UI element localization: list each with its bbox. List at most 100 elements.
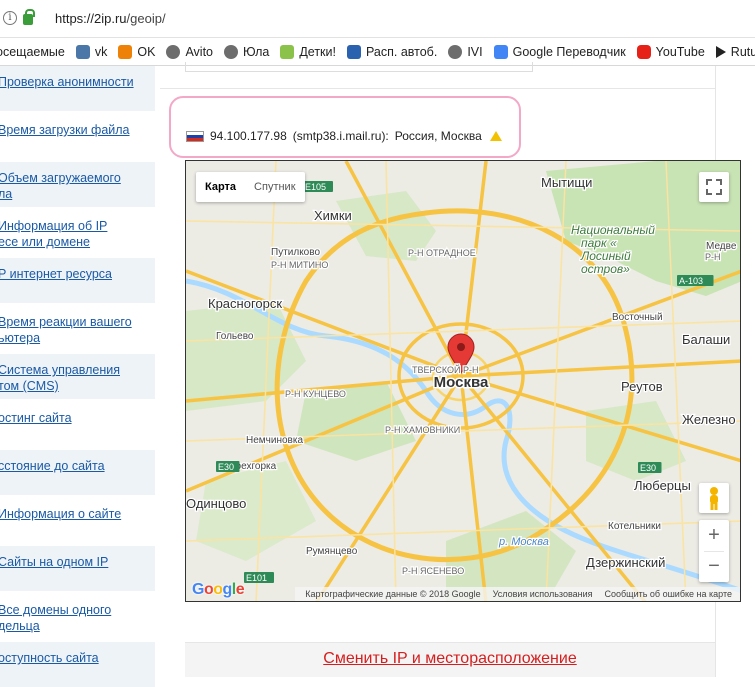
- google-logo-letter: g: [222, 581, 233, 598]
- sidebar-item[interactable]: сстояние до сайта: [0, 450, 155, 495]
- place-label: Мытищи: [541, 175, 592, 190]
- url-text[interactable]: https://2ip.ru/geoip/: [55, 11, 166, 26]
- bookmark-label: Юла: [243, 44, 270, 59]
- sidebar-item[interactable]: Все домены одного дельца: [0, 594, 155, 639]
- place-label: Гольево: [216, 331, 254, 342]
- bookmark-label: Rutube: [730, 44, 755, 59]
- place-label: Р-Н ОТРАДНОЕ: [408, 248, 476, 258]
- sidebar-item-label: Время реакции вашего: [0, 315, 132, 329]
- tab-map[interactable]: Карта: [196, 172, 245, 202]
- place-label: Р-Н ХАМОВНИКИ: [385, 425, 460, 435]
- sidebar-item[interactable]: Время реакции вашего ьютера: [0, 306, 155, 351]
- map-canvas[interactable]: Мытищи Химки Путилково Р-Н ОТРАДНОЕ Р-Н МИТИ…: [186, 161, 741, 602]
- odnoklassniki-icon: [118, 44, 133, 59]
- sidebar-item[interactable]: Информация о сайте: [0, 498, 155, 543]
- place-label: Р-Н: [705, 252, 721, 262]
- place-label: Р-Н ЯСЕНЕВО: [402, 566, 464, 576]
- sidebar-item[interactable]: Система управления том (CMS): [0, 354, 155, 399]
- place-label: Котельники: [608, 521, 661, 532]
- pegman-icon: [710, 487, 718, 510]
- bookmark-label: Детки!: [299, 44, 336, 59]
- sidebar-item[interactable]: остинг сайта: [0, 402, 155, 447]
- url-host: https://2ip.ru: [55, 11, 127, 26]
- lock-icon[interactable]: [23, 9, 35, 25]
- map-center-label: Москва: [434, 374, 489, 391]
- zoom-out-button[interactable]: −: [699, 551, 729, 582]
- place-label: р. Москва: [498, 536, 549, 548]
- bookmark-item[interactable]: Google Переводчик: [493, 44, 626, 59]
- bookmark-item[interactable]: осещаемые: [0, 45, 65, 59]
- info-icon[interactable]: i: [3, 11, 17, 25]
- road-shield: E30: [216, 461, 240, 472]
- google-translate-icon: [493, 44, 508, 59]
- street-view-pegman-button[interactable]: [699, 483, 729, 513]
- zoom-in-button[interactable]: +: [699, 520, 729, 551]
- sidebar-item[interactable]: оступность сайта: [0, 642, 155, 687]
- sidebar-item-label: Проверка анонимности: [0, 75, 134, 89]
- sidebar-item[interactable]: Сайты на одном IP: [0, 546, 155, 591]
- sidebar-item-label: Все домены одного: [0, 603, 112, 617]
- sidebar-item[interactable]: Информация об IP есе или домене: [0, 210, 155, 255]
- address-bar[interactable]: i https://2ip.ru/geoip/: [0, 0, 755, 38]
- place-label: парк «: [581, 236, 617, 250]
- place-label: Р-Н КУНЦЕВО: [285, 389, 346, 399]
- sidebar: Проверка анонимности Время загрузки файла…: [0, 66, 155, 687]
- google-logo-letter: e: [235, 581, 245, 598]
- bookmark-item[interactable]: OK: [118, 44, 156, 59]
- google-map[interactable]: Мытищи Химки Путилково Р-Н ОТРАДНОЕ Р-Н МИТИ…: [185, 160, 741, 602]
- sidebar-item-label-line2: ла: [0, 187, 13, 201]
- report-error-link[interactable]: Сообщить об ошибке на карте: [605, 587, 732, 601]
- fullscreen-icon-corner: [716, 179, 722, 185]
- bookmark-item[interactable]: Детки!: [280, 44, 336, 59]
- place-label: Лосиный: [580, 249, 631, 263]
- globe-icon: [224, 44, 239, 59]
- bookmark-label: Google Переводчик: [512, 44, 626, 59]
- globe-icon: [448, 44, 463, 59]
- bookmark-item[interactable]: vk: [75, 44, 107, 59]
- place-label: Железно: [682, 412, 736, 427]
- bookmark-item[interactable]: Юла: [224, 44, 270, 59]
- google-logo-letter: G: [192, 581, 204, 598]
- sidebar-item-label: сстояние до сайта: [0, 459, 105, 473]
- sidebar-item-label: Время загрузки файла: [0, 123, 130, 137]
- place-label: Дзержинский: [586, 555, 665, 570]
- bookmark-item[interactable]: YouTube: [636, 44, 705, 59]
- place-label: Румянцево: [306, 546, 358, 557]
- sidebar-item-label: Сайты на одном IP: [0, 555, 109, 569]
- zoom-separator: [704, 551, 724, 552]
- bookmark-label: OK: [137, 44, 156, 59]
- sidebar-item-label: остинг сайта: [0, 411, 72, 425]
- bookmark-label: Avito: [185, 44, 214, 59]
- highlight-annotation: [169, 96, 521, 158]
- bookmark-item[interactable]: IVI: [448, 44, 483, 59]
- map-attribution: Google Картографические данные © 2018 Go…: [186, 581, 740, 601]
- road-shield: A-103: [677, 275, 714, 286]
- sidebar-item[interactable]: Проверка анонимности: [0, 66, 155, 111]
- road-shield: E101: [244, 572, 274, 583]
- change-location-bar: Сменить IP и месторасположение: [185, 643, 715, 677]
- tab-satellite[interactable]: Спутник: [245, 172, 304, 202]
- road-shield-label: A-103: [679, 276, 703, 286]
- bus-icon: [346, 44, 361, 59]
- bookmark-item[interactable]: Расп. автоб.: [346, 44, 438, 59]
- road-shield: E105: [303, 181, 333, 192]
- place-label: Национальный: [571, 223, 655, 237]
- place-label: Медве: [706, 241, 737, 252]
- sidebar-item-label: Информация о сайте: [0, 507, 122, 521]
- terms-link[interactable]: Условия использования: [493, 587, 593, 601]
- fullscreen-button[interactable]: [699, 172, 729, 202]
- bookmark-label: Расп. автоб.: [365, 44, 438, 59]
- bookmark-item[interactable]: Rutube: [715, 44, 755, 59]
- sidebar-item[interactable]: Объем загружаемого ла: [0, 162, 155, 207]
- change-ip-location-link[interactable]: Сменить IP и месторасположение: [323, 650, 576, 667]
- google-logo[interactable]: Google: [192, 581, 245, 599]
- bookmark-item[interactable]: Avito: [166, 44, 214, 59]
- sidebar-item-label: Система управления: [0, 363, 120, 377]
- sidebar-item[interactable]: Время загрузки файла: [0, 114, 155, 159]
- bookmark-label: IVI: [467, 44, 483, 59]
- sidebar-item[interactable]: P интернет ресурса: [0, 258, 155, 303]
- place-label: Одинцово: [186, 496, 246, 511]
- fullscreen-icon-corner: [706, 189, 712, 195]
- place-label: Реутов: [621, 379, 663, 394]
- fullscreen-icon-corner: [716, 189, 722, 195]
